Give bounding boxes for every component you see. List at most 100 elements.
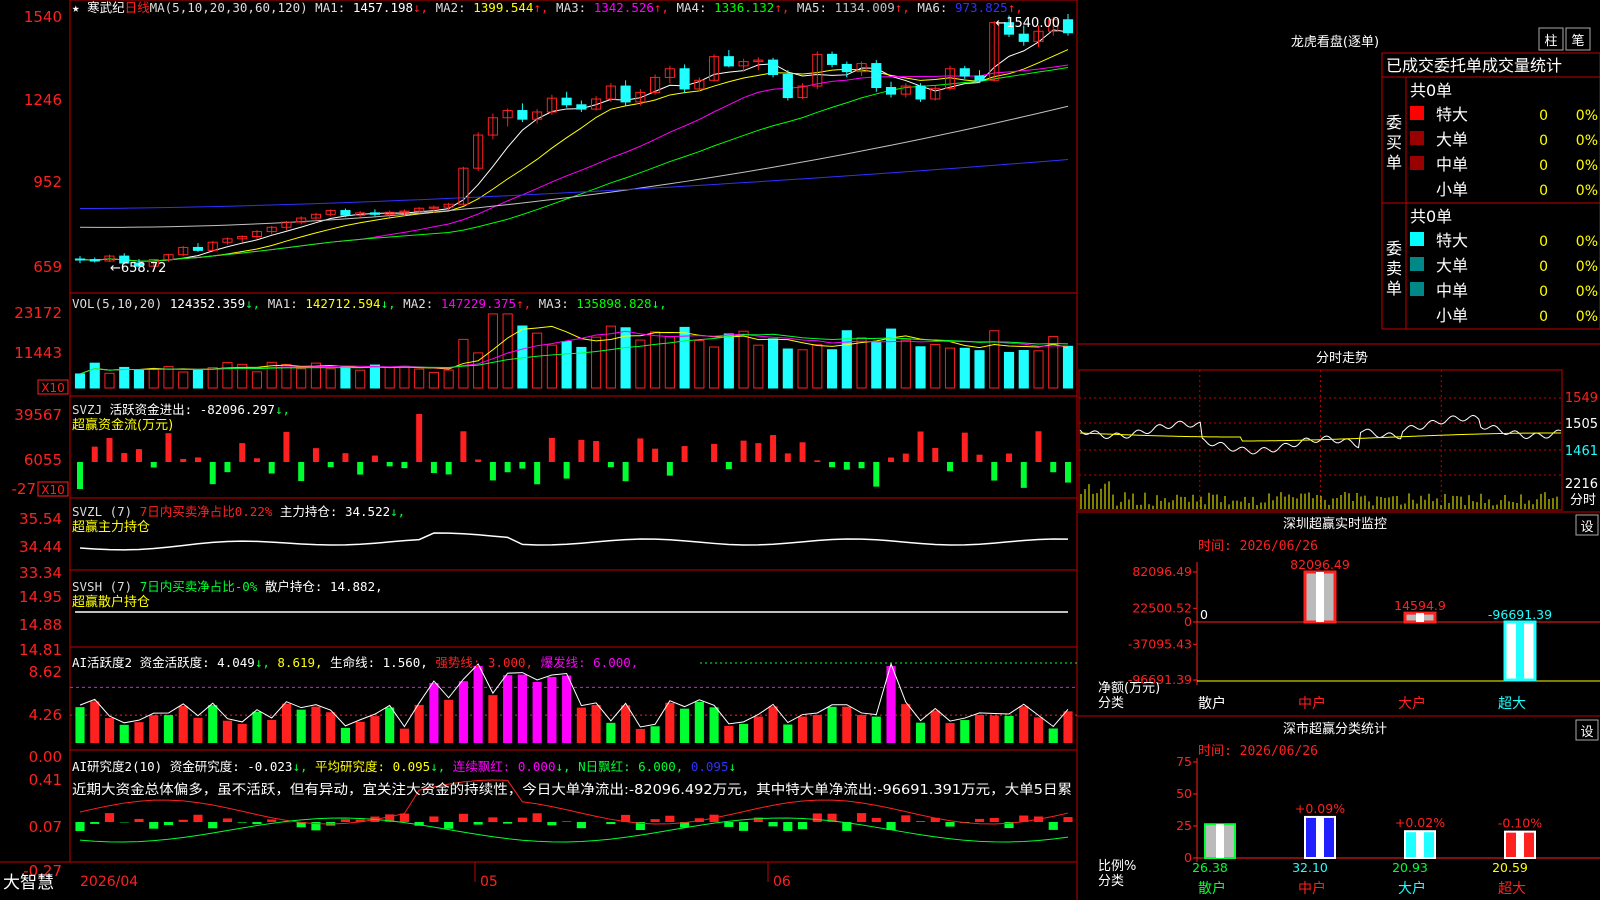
price-tick-label: 1540	[24, 8, 62, 26]
activity-bar	[665, 702, 675, 743]
volume-bar	[89, 362, 100, 389]
volume-bar	[443, 369, 454, 389]
tab-bar-label[interactable]: 柱	[1544, 34, 1557, 49]
activity-bar	[444, 699, 454, 743]
sell-legend-swatch	[1410, 257, 1424, 271]
volume-bar	[959, 347, 970, 389]
activity-bar	[753, 716, 763, 743]
monitor-category-label: 超大	[1498, 696, 1526, 712]
activity-bar	[340, 727, 351, 743]
retail-holding-tick: 14.81	[19, 641, 62, 659]
volume-legend: VOL(5,10,20) 124352.359↓, MA1: 142712.59…	[72, 296, 667, 311]
research-bar	[340, 819, 351, 822]
activity-bar	[547, 676, 557, 743]
fund-flow-bar	[357, 462, 364, 475]
buy-row-value: 0	[1539, 183, 1548, 199]
buy-group-label: 委	[1386, 113, 1402, 132]
fund-flow-bar	[224, 462, 231, 473]
volume-bar	[974, 350, 985, 389]
volume-bar	[738, 330, 749, 389]
fund-flow-bar	[489, 462, 496, 481]
fund-flow-bar	[563, 462, 570, 479]
buy-row-value: 0	[1539, 108, 1548, 124]
fund-flow-bar	[91, 446, 98, 462]
fund-flow-subtitle: 超赢资金流(万元)	[72, 417, 173, 433]
volume-bar	[251, 371, 263, 389]
candle-body	[1062, 19, 1074, 34]
main-holding-tick: 34.44	[19, 538, 62, 556]
activity-bar	[680, 708, 690, 743]
fund-flow-bar	[253, 458, 260, 462]
activity-bar	[694, 701, 704, 743]
monitor-y-tick: -37095.43	[1128, 636, 1192, 651]
retail-holding-tick: 14.88	[19, 616, 62, 634]
volume-bar	[723, 333, 734, 389]
activity-bar	[370, 716, 380, 743]
research-bar	[444, 822, 454, 829]
intraday-vol-tick: 2216	[1565, 477, 1598, 492]
activity-tick: 4.26	[29, 706, 62, 724]
fund-flow-bar	[150, 462, 157, 468]
fund-tick-label: 6055	[24, 451, 62, 469]
ma60-line	[79, 105, 1069, 228]
research-bar	[532, 813, 542, 822]
tab-tick-label[interactable]: 笔	[1571, 33, 1584, 49]
fund-flow-bar	[1050, 462, 1057, 473]
fund-flow-bar	[784, 453, 791, 462]
monitor-bar-highlight	[1516, 622, 1524, 680]
research-bar	[163, 822, 174, 826]
x-axis-label: 05	[480, 874, 498, 890]
monitor-settings-label[interactable]: 设	[1580, 520, 1593, 535]
sell-row-pct: 0%	[1576, 234, 1598, 250]
fund-flow-bar	[843, 462, 850, 470]
research-bar	[724, 822, 734, 827]
activity-bar	[915, 722, 926, 743]
fund-flow-bar	[371, 455, 378, 462]
activity-bar	[1033, 717, 1044, 743]
monitor-y-tick: 22500.52	[1132, 600, 1192, 615]
volume-bar	[812, 344, 823, 389]
monitor-y-tick: 82096.49	[1132, 564, 1192, 579]
buy-row-label: 特大	[1436, 105, 1468, 124]
fund-flow-bar	[445, 462, 452, 475]
high-price-label: ←1540.00	[995, 16, 1060, 31]
research-bar	[562, 821, 572, 822]
fund-flow-bar	[386, 462, 393, 467]
research-bar	[901, 815, 911, 822]
volume-bar	[561, 340, 572, 389]
volume-bar	[591, 336, 602, 389]
research-bar	[856, 813, 867, 822]
fund-tick-label: 39567	[14, 406, 62, 424]
research-bar	[871, 817, 881, 822]
buy-row-pct: 0%	[1576, 108, 1598, 124]
classify-value-label: 20.93	[1392, 860, 1428, 875]
candle-body	[576, 104, 587, 110]
volume-bar	[399, 365, 410, 389]
volume-unit-label: X10	[41, 381, 65, 395]
activity-bar	[871, 716, 881, 743]
retail-holding-subtitle: 超赢散户持仓	[72, 594, 150, 610]
candle-body	[89, 259, 100, 262]
volume-bar	[782, 348, 793, 389]
volume-tick-label: 23172	[14, 304, 62, 322]
fund-flow-bar	[239, 443, 246, 462]
classify-change-label: +0.09%	[1295, 801, 1345, 816]
classify-y-unit: 比例%	[1098, 859, 1136, 874]
activity-bar	[621, 705, 631, 743]
activity-bar	[252, 711, 262, 743]
ma120-line	[79, 159, 1069, 210]
fund-flow-bar	[519, 462, 526, 469]
buy-legend-swatch	[1410, 106, 1424, 120]
volume-bar	[826, 349, 838, 389]
classify-settings-label[interactable]: 设	[1580, 725, 1593, 740]
fund-flow-legend: SVZJ 活跃资金进出: -82096.297↓,	[72, 402, 290, 417]
stock-chart-canvas[interactable]: 1540 1246 952 659 ←1540.00 ←658.72 23172 11443 X…	[0, 0, 1600, 900]
fund-flow-bar	[799, 442, 806, 462]
x-axis-label: 06	[773, 874, 791, 890]
monitor-y-unit: 净额(万元)	[1098, 681, 1160, 696]
activity-bar	[414, 704, 424, 743]
fund-flow-bar	[622, 462, 629, 482]
sell-row-value: 0	[1539, 259, 1548, 275]
fund-flow-bar	[902, 453, 909, 462]
fund-flow-bar	[194, 457, 201, 462]
